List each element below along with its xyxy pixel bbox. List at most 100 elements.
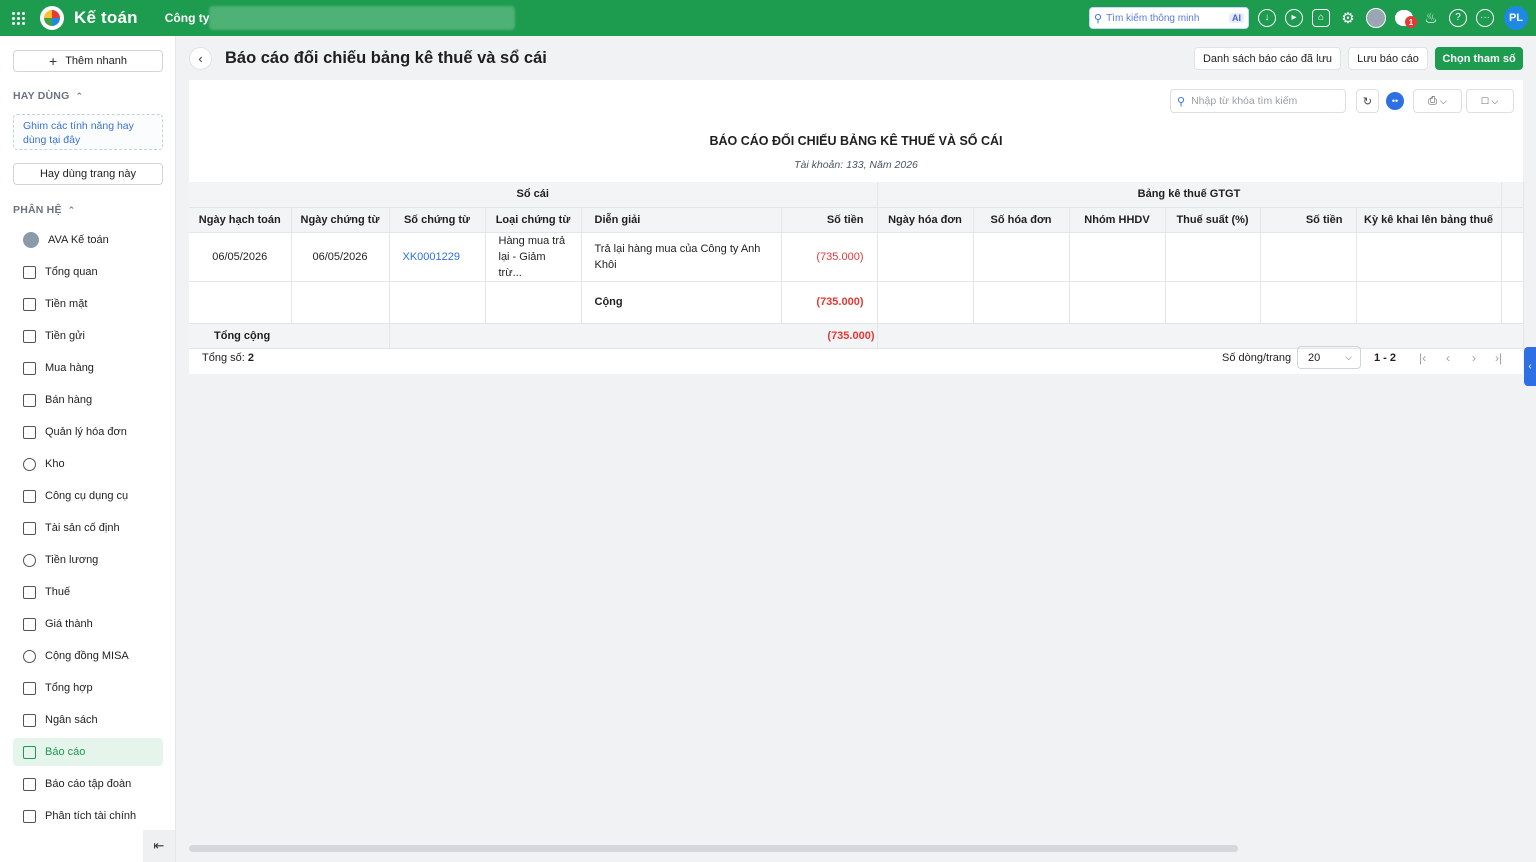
frequent-section-toggle[interactable]: HAY DÙNG ⌃ xyxy=(13,90,83,102)
cell-empty xyxy=(973,281,1070,324)
app-name[interactable]: Kế toán xyxy=(74,8,138,28)
col-header[interactable]: Diễn giải xyxy=(581,207,782,233)
cash-icon xyxy=(23,297,36,311)
smart-search-input[interactable]: ⚲ Tìm kiếm thông minh AI xyxy=(1089,7,1249,29)
export-button[interactable]: □ ⌵ xyxy=(1466,89,1514,113)
more-icon[interactable]: ··· xyxy=(1476,9,1494,27)
sidebar-item-reports[interactable]: Báo cáo xyxy=(13,738,163,766)
home-icon[interactable]: ⌂ xyxy=(1312,9,1330,27)
sidebar-item-label: Giá thành xyxy=(45,618,93,630)
app-grid-icon[interactable] xyxy=(0,0,36,36)
company-name-redacted[interactable] xyxy=(209,6,516,30)
frequent-page-button[interactable]: Hay dùng trang này xyxy=(13,163,163,185)
sidebar-item-label: Tài sản cố định xyxy=(45,522,120,534)
header-spacer xyxy=(1501,207,1524,233)
printer-icon: ⎙ xyxy=(1428,94,1437,107)
sidebar-item-tools[interactable]: Công cụ dụng cụ xyxy=(13,482,163,510)
chevron-down-icon: ⌵ xyxy=(1491,95,1499,106)
saved-reports-button[interactable]: Danh sách báo cáo đã lưu xyxy=(1194,47,1341,70)
cell-empty xyxy=(1165,281,1261,324)
sidebar: + Thêm nhanh HAY DÙNG ⌃ Ghim các tính năn… xyxy=(0,36,176,862)
col-header[interactable]: Số hóa đơn xyxy=(973,207,1070,233)
col-header[interactable]: Số chứng từ xyxy=(389,207,486,233)
report-search-input[interactable]: ⚲ Nhập từ khóa tìm kiếm xyxy=(1170,89,1346,113)
group-header-ledger: Sổ cái xyxy=(189,182,878,208)
modules-section-title: PHÂN HỆ xyxy=(13,204,62,216)
help-icon[interactable]: ? xyxy=(1449,9,1467,27)
cell-period xyxy=(1356,232,1502,282)
assistant-avatar-icon[interactable] xyxy=(1366,8,1386,28)
sidebar-item-label: Quản lý hóa đơn xyxy=(45,426,127,438)
warehouse-icon xyxy=(23,457,36,471)
cell-empty xyxy=(291,281,390,324)
sidebar-item-tax[interactable]: Thuế xyxy=(13,578,163,606)
sidebar-item-costing[interactable]: Giá thành xyxy=(13,610,163,638)
cell-spacer xyxy=(1501,232,1524,282)
col-header[interactable]: Thuế suất (%) xyxy=(1165,207,1261,233)
voucher-link[interactable]: XK0001229 xyxy=(389,232,486,282)
cell-posting-date: 06/05/2026 xyxy=(189,232,292,282)
quick-add-button[interactable]: + Thêm nhanh xyxy=(13,50,163,72)
choose-params-button[interactable]: Chọn tham số xyxy=(1435,47,1523,70)
sidebar-item-purchase[interactable]: Mua hàng xyxy=(13,354,163,382)
col-header[interactable]: Ngày hóa đơn xyxy=(877,207,974,233)
refresh-icon[interactable]: ↻ xyxy=(1356,89,1379,113)
gear-icon[interactable]: ⚙ xyxy=(1339,9,1357,27)
user-avatar[interactable]: PL xyxy=(1504,6,1528,30)
modules-section-toggle[interactable]: PHÂN HỆ ⌃ xyxy=(13,204,75,216)
sidebar-item-summary[interactable]: Tổng hợp xyxy=(13,674,163,702)
sidebar-item-ava[interactable]: AVA Kế toán xyxy=(13,226,163,254)
col-header[interactable]: Nhóm HHDV xyxy=(1069,207,1166,233)
col-header[interactable]: Số tiền xyxy=(1260,207,1357,233)
col-header[interactable]: Ngày hạch toán xyxy=(189,207,292,233)
cell-voucher-type: Hàng mua trả lại - Giảm trừ... xyxy=(485,232,582,282)
print-button[interactable]: ⎙ ⌵ xyxy=(1413,89,1462,113)
save-report-button[interactable]: Lưu báo cáo xyxy=(1348,47,1428,70)
sidebar-item-salary[interactable]: Tiền lương xyxy=(13,546,163,574)
last-page-icon[interactable]: ›| xyxy=(1495,351,1502,365)
message-icon[interactable]: •• xyxy=(1386,92,1404,110)
col-header[interactable]: Loại chứng từ xyxy=(485,207,582,233)
table-row[interactable]: 06/05/2026 06/05/2026 XK0001229 Hàng mua… xyxy=(189,232,1524,282)
module-nav: AVA Kế toán Tổng quan Tiền mặt Tiền gửi … xyxy=(13,226,163,834)
col-header[interactable]: Ngày chứng từ xyxy=(291,207,390,233)
sidebar-item-label: Tổng quan xyxy=(45,266,98,278)
chevron-down-icon: ⌵ xyxy=(1345,352,1352,362)
back-button[interactable]: ‹ xyxy=(189,47,212,70)
cell-vat-amount xyxy=(1260,232,1357,282)
horizontal-scrollbar[interactable] xyxy=(189,845,1238,852)
side-panel-toggle-icon[interactable]: ‹ xyxy=(1524,347,1536,386)
sidebar-item-label: Tiền lương xyxy=(45,554,99,566)
chevron-left-icon: ‹ xyxy=(198,51,203,66)
bell-icon[interactable]: ♨ xyxy=(1422,9,1440,27)
download-icon[interactable]: ↓ xyxy=(1258,9,1276,27)
rows-per-page-select[interactable]: 20 ⌵ xyxy=(1297,346,1361,369)
bank-icon xyxy=(23,329,36,343)
sidebar-item-invoice[interactable]: Quản lý hóa đơn xyxy=(13,418,163,446)
first-page-icon[interactable]: |‹ xyxy=(1419,351,1426,365)
cell-voucher-date: 06/05/2026 xyxy=(291,232,390,282)
sidebar-item-deposit[interactable]: Tiền gửi xyxy=(13,322,163,350)
col-header[interactable]: Số tiền xyxy=(781,207,878,233)
sidebar-item-budget[interactable]: Ngân sách xyxy=(13,706,163,734)
sidebar-item-cash[interactable]: Tiền mặt xyxy=(13,290,163,318)
sidebar-item-overview[interactable]: Tổng quan xyxy=(13,258,163,286)
sidebar-item-fixed-assets[interactable]: Tài sản cố định xyxy=(13,514,163,542)
company-label[interactable]: Công ty xyxy=(165,11,210,25)
chat-icon[interactable]: 1 xyxy=(1395,10,1417,28)
cell-goods-group xyxy=(1069,232,1166,282)
prev-page-icon[interactable]: ‹ xyxy=(1446,351,1450,365)
sidebar-item-label: Tiền mặt xyxy=(45,298,88,310)
play-icon[interactable]: ▸ xyxy=(1285,9,1303,27)
col-header[interactable]: Kỳ kê khai lên bảng thuế xyxy=(1356,207,1502,233)
sidebar-item-sales[interactable]: Bán hàng xyxy=(13,386,163,414)
smart-search-placeholder: Tìm kiếm thông minh xyxy=(1106,12,1200,24)
sidebar-item-community[interactable]: Cộng đồng MISA xyxy=(13,642,163,670)
sidebar-item-label: Mua hàng xyxy=(45,362,94,374)
collapse-sidebar-icon[interactable]: ⇤ xyxy=(143,830,175,862)
chevron-down-icon: ⌵ xyxy=(1440,95,1447,106)
sidebar-item-group-reports[interactable]: Báo cáo tập đoàn xyxy=(13,770,163,798)
sidebar-item-warehouse[interactable]: Kho xyxy=(13,450,163,478)
next-page-icon[interactable]: › xyxy=(1472,351,1476,365)
sidebar-item-financial-analysis[interactable]: Phân tích tài chính xyxy=(13,802,163,830)
